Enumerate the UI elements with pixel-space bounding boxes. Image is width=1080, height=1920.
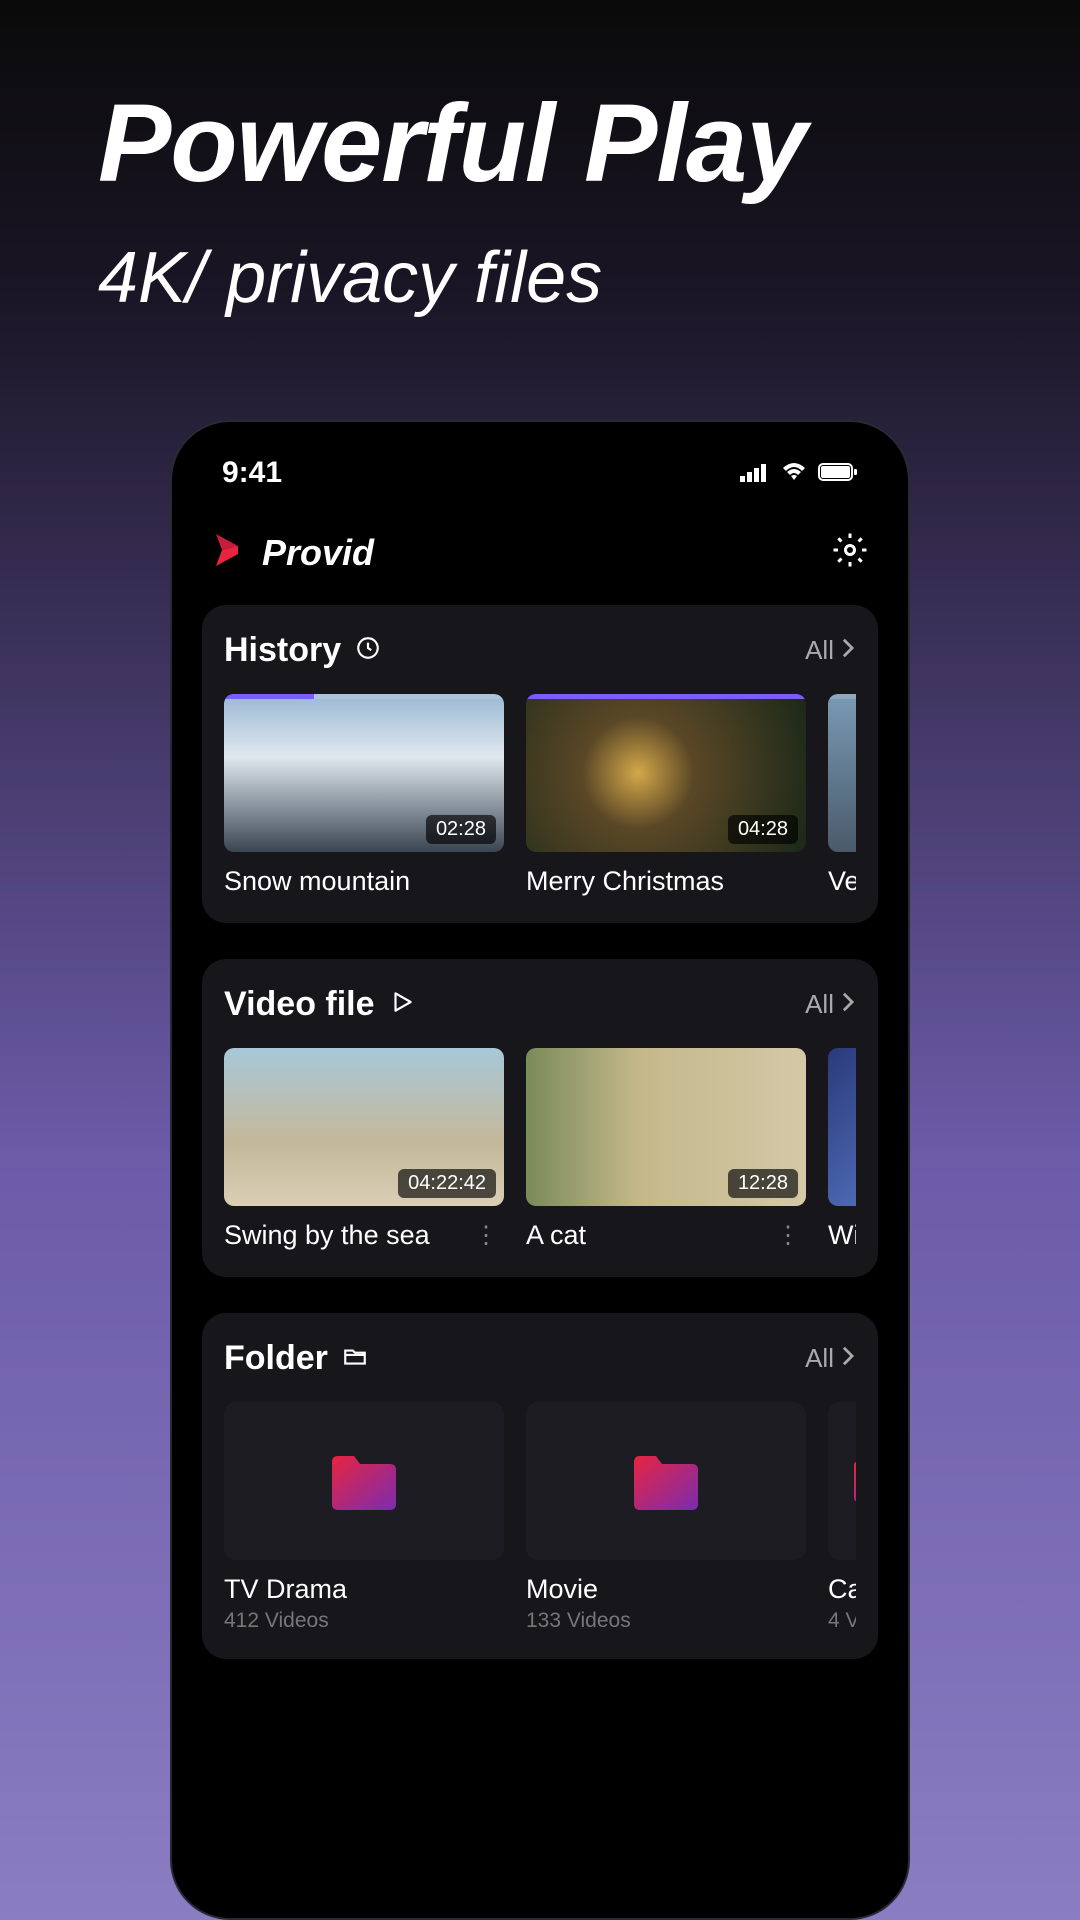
video-thumbnail: 04:22:42: [224, 1048, 504, 1206]
video-thumbnail: 02:28: [224, 694, 504, 852]
history-all-label: All: [805, 635, 834, 666]
folder-name: Movie: [526, 1574, 806, 1605]
video-title: Merry Christmas: [526, 866, 724, 897]
videofile-item[interactable]: 12:28 A cat ⋮: [526, 1048, 806, 1251]
videofile-all-link[interactable]: All: [805, 989, 856, 1020]
folder-item[interactable]: Cam 4 Vide: [828, 1402, 856, 1633]
folder-large-icon: [324, 1444, 404, 1519]
folder-all-label: All: [805, 1343, 834, 1374]
promo-title: Powerful Play: [0, 0, 1080, 207]
settings-button[interactable]: [832, 532, 868, 573]
duration-badge: 12:28: [728, 1169, 798, 1198]
video-thumbnail: [828, 694, 856, 852]
chevron-right-icon: [840, 1343, 856, 1374]
folder-count: 4 Vide: [828, 1609, 856, 1633]
folder-card: Folder All TV Drama 412 Vid: [202, 1313, 878, 1659]
more-button[interactable]: ⋮: [770, 1221, 806, 1250]
more-button[interactable]: ⋮: [468, 1221, 504, 1250]
wifi-icon: [780, 456, 808, 490]
folder-thumbnail: [526, 1402, 806, 1560]
folder-icon: [342, 1343, 368, 1374]
history-all-link[interactable]: All: [805, 635, 856, 666]
chevron-right-icon: [840, 635, 856, 666]
folder-large-icon: [626, 1444, 706, 1519]
duration-badge: 02:28: [426, 815, 496, 844]
app-logo: Provid: [208, 530, 374, 575]
folder-count: 133 Videos: [526, 1609, 806, 1633]
history-item[interactable]: 04:28 Merry Christmas: [526, 694, 806, 897]
history-card: History All 02:28 Snow mountain: [202, 605, 878, 923]
duration-badge: 04:22:42: [398, 1169, 496, 1198]
promo-subtitle: 4K/ privacy files: [0, 207, 1080, 319]
video-thumbnail: 12:28: [526, 1048, 806, 1206]
folder-count: 412 Videos: [224, 1609, 504, 1633]
play-logo-icon: [208, 530, 248, 575]
history-item[interactable]: Veni: [828, 694, 856, 897]
folder-thumbnail: [828, 1402, 856, 1560]
battery-icon: [818, 456, 858, 490]
status-time: 9:41: [222, 456, 282, 490]
videofile-list[interactable]: 04:22:42 Swing by the sea ⋮ 12:28 A cat …: [224, 1048, 856, 1251]
folder-item[interactable]: Movie 133 Videos: [526, 1402, 806, 1633]
signal-icon: [740, 456, 770, 490]
videofile-all-label: All: [805, 989, 834, 1020]
app-name: Provid: [262, 532, 374, 574]
history-list[interactable]: 02:28 Snow mountain 04:28 Merry Christma…: [224, 694, 856, 897]
folder-title: Folder: [224, 1339, 328, 1378]
video-title: Veni: [828, 866, 856, 897]
folder-item[interactable]: TV Drama 412 Videos: [224, 1402, 504, 1633]
folder-name: TV Drama: [224, 1574, 504, 1605]
video-title: A cat: [526, 1220, 586, 1251]
history-title: History: [224, 631, 341, 670]
phone-frame: 9:41 Provid History: [170, 420, 910, 1920]
videofile-card: Video file All 04:22:42 Swing by the sea: [202, 959, 878, 1277]
video-title: Snow mountain: [224, 866, 410, 897]
folder-large-icon: [848, 1451, 856, 1511]
folder-thumbnail: [224, 1402, 504, 1560]
app-header: Provid: [202, 510, 878, 605]
folder-name: Cam: [828, 1574, 856, 1605]
video-thumbnail: 04:28: [526, 694, 806, 852]
play-outline-icon: [389, 989, 415, 1020]
duration-badge: 04:28: [728, 815, 798, 844]
status-icons: [740, 456, 858, 490]
history-item[interactable]: 02:28 Snow mountain: [224, 694, 504, 897]
videofile-item[interactable]: 04:22:42 Swing by the sea ⋮: [224, 1048, 504, 1251]
video-thumbnail: [828, 1048, 856, 1206]
videofile-item[interactable]: Wind: [828, 1048, 856, 1251]
folder-list[interactable]: TV Drama 412 Videos Movie 133 Videos: [224, 1402, 856, 1633]
video-title: Wind: [828, 1220, 856, 1251]
video-title: Swing by the sea: [224, 1220, 430, 1251]
history-icon: [355, 635, 381, 666]
folder-all-link[interactable]: All: [805, 1343, 856, 1374]
status-bar: 9:41: [202, 446, 878, 510]
videofile-title: Video file: [224, 985, 375, 1024]
chevron-right-icon: [840, 989, 856, 1020]
